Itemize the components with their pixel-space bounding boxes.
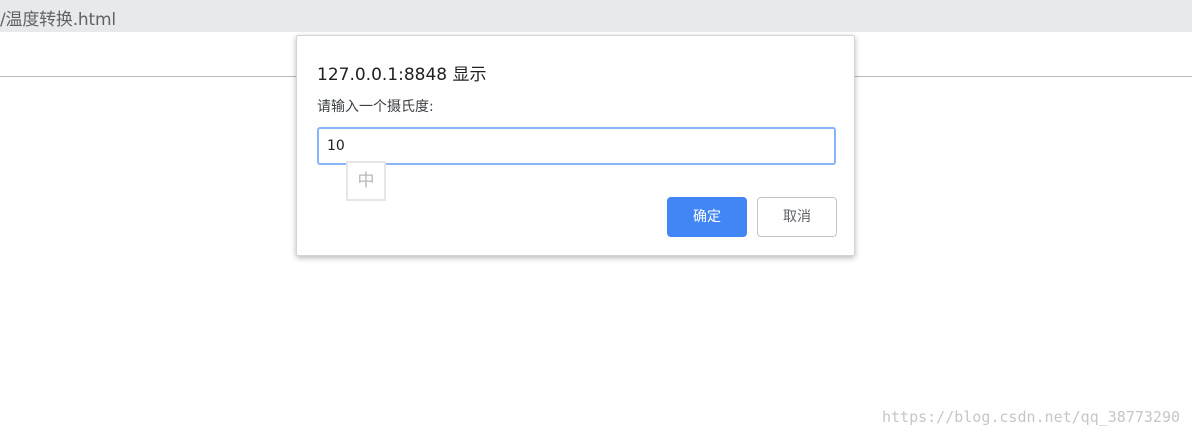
tab-title[interactable]: /温度转换.html <box>0 5 116 30</box>
browser-tab-bar: /温度转换.html <box>0 0 1192 32</box>
ok-button[interactable]: 确定 <box>667 197 747 237</box>
ime-mode-indicator: 中 <box>346 161 386 201</box>
cancel-button[interactable]: 取消 <box>757 197 837 237</box>
prompt-input[interactable] <box>317 127 836 165</box>
prompt-dialog: 127.0.0.1:8848 显示 请输入一个摄氏度: 中 确定 取消 <box>296 35 855 256</box>
watermark-url: https://blog.csdn.net/qq_38773290 <box>881 408 1180 426</box>
dialog-message: 请输入一个摄氏度: <box>317 99 434 115</box>
dialog-title: 127.0.0.1:8848 显示 <box>317 65 487 85</box>
